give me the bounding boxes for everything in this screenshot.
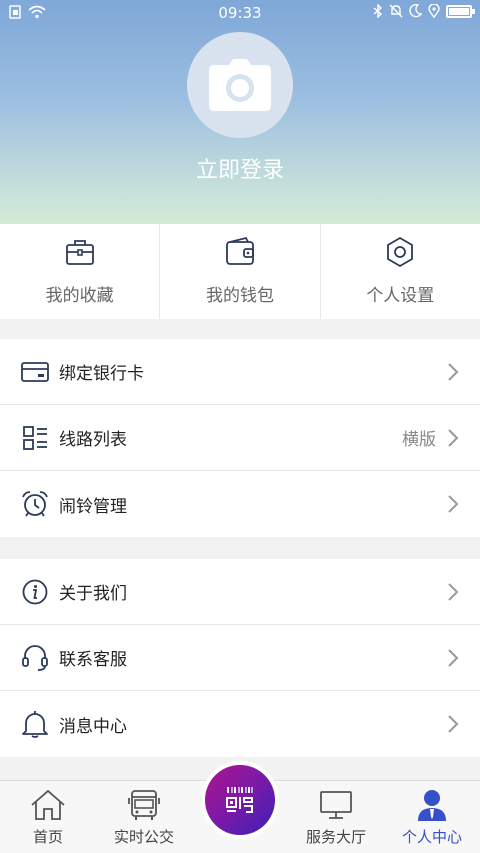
monitor-icon bbox=[320, 791, 352, 819]
menu-item-label: 线路列表 bbox=[59, 430, 127, 450]
menu-group-support: 关于我们 联系客服 消息中心 bbox=[0, 559, 480, 757]
menu-group-account: 绑定银行卡 线路列表 横版 闹铃管理 bbox=[0, 339, 480, 537]
battery-icon bbox=[446, 4, 475, 18]
chevron-right-icon bbox=[448, 648, 459, 667]
menu-item-label: 关于我们 bbox=[59, 584, 127, 604]
menu-item-label: 消息中心 bbox=[59, 716, 127, 737]
avatar[interactable] bbox=[187, 32, 293, 138]
favorites-button[interactable]: 我的收藏 bbox=[0, 224, 161, 319]
tab-label: 服务大厅 bbox=[305, 828, 366, 846]
menu-item-label: 联系客服 bbox=[59, 650, 127, 670]
login-button[interactable]: 立即登录 bbox=[0, 152, 480, 184]
menu-item-message-center[interactable]: 消息中心 bbox=[0, 691, 480, 757]
briefcase-icon bbox=[65, 240, 94, 265]
chevron-right-icon bbox=[448, 715, 459, 733]
bus-icon bbox=[128, 790, 160, 820]
bluetooth-icon bbox=[373, 4, 383, 18]
menu-item-about-us[interactable]: 关于我们 bbox=[0, 559, 480, 625]
menu-item-label: 闹铃管理 bbox=[59, 496, 127, 517]
tab-label: 首页 bbox=[32, 828, 63, 846]
camera-icon bbox=[209, 59, 271, 111]
route-list-mode: 横版 bbox=[402, 430, 436, 450]
quick-actions: 我的收藏 我的钱包 个人设置 bbox=[0, 224, 480, 319]
home-icon bbox=[31, 789, 65, 820]
settings-icon bbox=[387, 236, 414, 268]
list-icon bbox=[23, 425, 47, 450]
user-icon bbox=[418, 790, 446, 821]
chevron-right-icon bbox=[448, 495, 459, 513]
scan-button[interactable] bbox=[201, 761, 279, 839]
tab-personal-center[interactable]: 个人中心 bbox=[384, 781, 480, 853]
bank-card-icon bbox=[21, 361, 49, 382]
moon-icon bbox=[409, 4, 422, 18]
alarm-clock-icon bbox=[22, 491, 48, 517]
battery-level bbox=[449, 7, 469, 15]
profile-header: 09:33 立即登录 bbox=[0, 0, 480, 224]
menu-item-route-list[interactable]: 线路列表 横版 bbox=[0, 405, 480, 471]
wallet-label: 我的钱包 bbox=[205, 286, 274, 306]
location-icon bbox=[428, 4, 440, 18]
chevron-right-icon bbox=[448, 428, 459, 447]
menu-item-alarm-management[interactable]: 闹铃管理 bbox=[0, 471, 480, 537]
menu-item-contact-support[interactable]: 联系客服 bbox=[0, 625, 480, 691]
settings-label: 个人设置 bbox=[366, 286, 435, 306]
favorites-label: 我的收藏 bbox=[45, 286, 114, 306]
tab-label: 个人中心 bbox=[401, 828, 462, 846]
tab-home[interactable]: 首页 bbox=[0, 781, 96, 853]
wallet-button[interactable]: 我的钱包 bbox=[160, 224, 321, 319]
chevron-right-icon bbox=[448, 362, 459, 381]
wallet-icon bbox=[226, 236, 254, 265]
tab-realtime-bus[interactable]: 实时公交 bbox=[96, 781, 192, 853]
mute-bell-icon bbox=[389, 4, 403, 18]
menu-item-label: 绑定银行卡 bbox=[59, 364, 144, 384]
status-bar: 09:33 bbox=[0, 0, 480, 26]
settings-button[interactable]: 个人设置 bbox=[321, 224, 480, 319]
menu-item-bind-bank-card[interactable]: 绑定银行卡 bbox=[0, 339, 480, 405]
info-icon bbox=[22, 579, 48, 604]
qr-scan-icon bbox=[226, 787, 253, 813]
tab-service-hall[interactable]: 服务大厅 bbox=[288, 781, 384, 853]
status-right bbox=[373, 4, 475, 18]
tab-label: 实时公交 bbox=[113, 828, 174, 846]
headset-icon bbox=[22, 644, 48, 671]
chevron-right-icon bbox=[448, 582, 459, 601]
bell-icon bbox=[22, 711, 48, 738]
